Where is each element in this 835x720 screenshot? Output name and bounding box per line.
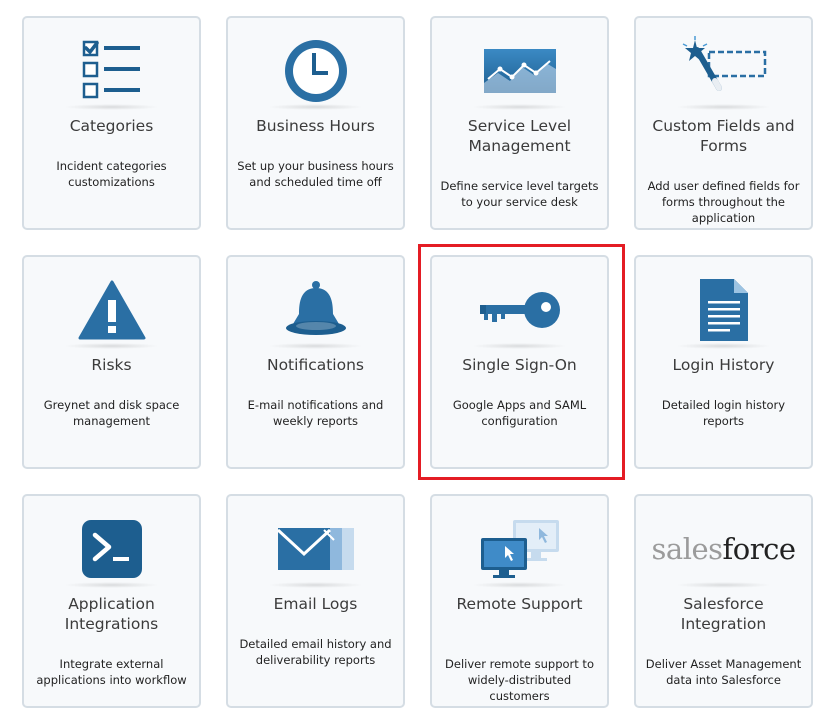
salesforce-logo: salesforce <box>651 531 796 566</box>
tile-description: Incident categories customizations <box>56 159 167 189</box>
tile-title: Business Hours <box>256 117 375 135</box>
tile-title: Login History <box>672 356 775 374</box>
tile-description: Set up your business hours and scheduled… <box>237 159 394 189</box>
tile-risks[interactable]: Risks Greynet and disk space management <box>22 255 201 469</box>
tile-description: Deliver Asset Management data into Sales… <box>645 657 802 687</box>
tile-service-level-management[interactable]: Service Level Management Define service … <box>430 16 609 230</box>
tile-description: Deliver remote support to widely-distrib… <box>445 657 594 703</box>
tile-description: Detailed email history and deliverabilit… <box>239 637 392 667</box>
tile-title: Notifications <box>266 356 364 374</box>
checklist-icon <box>24 36 199 106</box>
tile-title: Application Integrations <box>64 595 159 633</box>
warning-icon <box>24 275 199 345</box>
tile-business-hours[interactable]: Business Hours Set up your business hour… <box>226 16 405 230</box>
tile-categories[interactable]: Categories Incident categories customiza… <box>22 16 201 230</box>
tile-remote-support[interactable]: Remote Support Deliver remote support to… <box>430 494 609 708</box>
tile-salesforce-integration[interactable]: salesforce Salesforce Integration Delive… <box>634 494 813 708</box>
line-graph-icon <box>432 36 607 106</box>
tile-description: Integrate external applications into wor… <box>36 657 187 687</box>
tile-description: Detailed login history reports <box>661 398 786 428</box>
tile-description: Define service level targets to your ser… <box>440 179 599 209</box>
tile-description: Google Apps and SAML configuration <box>452 398 587 428</box>
tile-title: Email Logs <box>273 595 358 613</box>
tile-description: E-mail notifications and weekly reports <box>247 398 384 428</box>
tile-description: Greynet and disk space management <box>43 398 180 428</box>
tile-custom-fields-and-forms[interactable]: Custom Fields and Forms Add user defined… <box>634 16 813 230</box>
tile-title: Service Level Management <box>467 117 572 155</box>
document-icon <box>636 275 811 345</box>
envelopes-icon <box>228 514 403 584</box>
tile-application-integrations[interactable]: Application Integrations Integrate exter… <box>22 494 201 708</box>
clock-icon <box>228 36 403 106</box>
magic-wand-icon <box>636 36 811 106</box>
tile-title: Single Sign-On <box>462 356 577 374</box>
tile-notifications[interactable]: Notifications E-mail notifications and w… <box>226 255 405 469</box>
tile-description: Add user defined fields for forms throug… <box>647 179 800 225</box>
tile-title: Custom Fields and Forms <box>652 117 795 155</box>
tile-single-sign-on[interactable]: Single Sign-On Google Apps and SAML conf… <box>430 255 609 469</box>
tile-title: Risks <box>91 356 132 374</box>
tile-title: Remote Support <box>456 595 583 613</box>
tile-title: Salesforce Integration <box>680 595 767 633</box>
tile-login-history[interactable]: Login History Detailed login history rep… <box>634 255 813 469</box>
key-icon <box>432 275 607 345</box>
bell-icon <box>228 275 403 345</box>
tile-title: Categories <box>69 117 154 135</box>
terminal-icon <box>24 514 199 584</box>
monitors-icon <box>432 514 607 584</box>
tile-email-logs[interactable]: Email Logs Detailed email history and de… <box>226 494 405 708</box>
